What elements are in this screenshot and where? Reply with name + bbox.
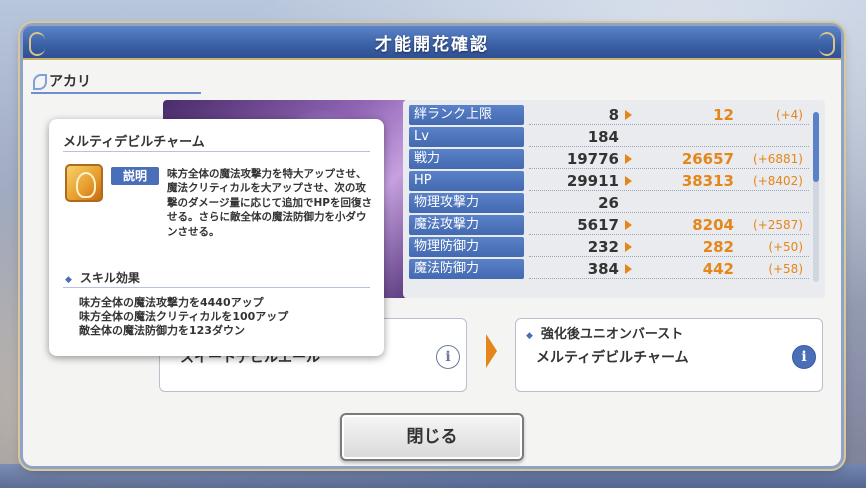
stat-diff: (+58) — [768, 262, 803, 276]
stat-row: 魔法防御力 384 442 (+58) — [409, 259, 809, 279]
stat-row: 戦力 19776 26657 (+6881) — [409, 149, 809, 169]
stat-row-divider — [529, 212, 809, 213]
stat-row: 物理防御力 232 282 (+50) — [409, 237, 809, 257]
stat-new-value: 282 — [702, 238, 734, 256]
stat-label: Lv — [409, 127, 524, 147]
stat-row-divider — [529, 256, 809, 257]
stat-row-divider — [529, 234, 809, 235]
stats-panel: 絆ランク上限 8 12 (+4) Lv 184 戦力 19776 26657 (+6881) HP 2… — [403, 100, 825, 298]
effect-divider — [63, 287, 370, 288]
stat-increase-arrow-icon — [625, 110, 632, 120]
stat-diff: (+50) — [768, 240, 803, 254]
character-name-bar: アカリ — [31, 70, 201, 94]
stat-label: 戦力 — [409, 149, 524, 169]
stat-row: Lv 184 — [409, 127, 809, 147]
stat-label: 物理防御力 — [409, 237, 524, 257]
stat-value: 29911 — [566, 172, 619, 190]
name-ornament-icon — [33, 74, 47, 90]
stat-diff: (+2587) — [753, 218, 803, 232]
stats-scroll-thumb[interactable] — [813, 112, 819, 182]
ub-current-info-icon[interactable]: i — [436, 345, 460, 369]
dialog-header: 才能開花確認 — [23, 26, 841, 60]
stat-label: 物理攻撃力 — [409, 193, 524, 213]
ub-upgraded-heading: ◆ 強化後ユニオンバースト — [526, 327, 684, 342]
stat-diff: (+8402) — [753, 174, 803, 188]
ub-upgraded-name: メルティデビルチャーム — [536, 350, 689, 366]
stat-new-value: 8204 — [692, 216, 734, 234]
stat-increase-arrow-icon — [625, 264, 632, 274]
header-ornament-left-icon — [29, 32, 45, 56]
upgrade-arrow-icon — [486, 334, 497, 368]
skill-effect-heading: ◆ スキル効果 — [65, 271, 140, 285]
skill-description: 味方全体の魔法攻撃力を特大アップさせ、魔法クリティカルを大アップさせ、次の攻撃の… — [167, 168, 372, 238]
skill-icon — [65, 164, 103, 202]
stat-new-value: 442 — [702, 260, 734, 278]
tooltip-title: メルティデビルチャーム — [63, 135, 205, 150]
stat-new-value: 26657 — [681, 150, 734, 168]
stat-increase-arrow-icon — [625, 154, 632, 164]
stat-increase-arrow-icon — [625, 220, 632, 230]
skill-effect-item: 味方全体の魔法クリティカルを100アップ — [79, 310, 289, 323]
header-ornament-right-icon — [819, 32, 835, 56]
stat-new-value: 12 — [713, 106, 734, 124]
stat-row-divider — [529, 146, 809, 147]
stat-label: HP — [409, 171, 524, 191]
stat-value: 232 — [587, 238, 619, 256]
stat-value: 184 — [587, 128, 619, 146]
stat-row-divider — [529, 168, 809, 169]
stat-increase-arrow-icon — [625, 242, 632, 252]
stat-row: 物理攻撃力 26 — [409, 193, 809, 213]
stat-row-divider — [529, 278, 809, 279]
stats-scrollbar[interactable] — [813, 112, 819, 282]
description-tag: 説明 — [111, 167, 159, 185]
stat-value: 26 — [598, 194, 619, 212]
stat-row-divider — [529, 190, 809, 191]
stat-value: 19776 — [566, 150, 619, 168]
dialog-title: 才能開花確認 — [375, 34, 489, 55]
diamond-icon: ◆ — [65, 275, 72, 285]
stat-row-divider — [529, 124, 809, 125]
skill-effect-item: 味方全体の魔法攻撃力を4440アップ — [79, 296, 264, 309]
skill-tooltip: メルティデビルチャーム 説明 味方全体の魔法攻撃力を特大アップさせ、魔法クリティ… — [49, 119, 384, 356]
ub-upgraded-panel: ◆ 強化後ユニオンバースト メルティデビルチャーム i — [515, 318, 823, 392]
tooltip-divider — [63, 151, 370, 152]
stat-label: 絆ランク上限 — [409, 105, 524, 125]
stat-label: 魔法攻撃力 — [409, 215, 524, 235]
ub-upgraded-info-icon[interactable]: i — [792, 345, 816, 369]
stat-value: 384 — [587, 260, 619, 278]
close-button[interactable]: 閉じる — [340, 413, 524, 461]
skill-effect-item: 敵全体の魔法防御力を123ダウン — [79, 324, 245, 337]
skill-effect-list: 味方全体の魔法攻撃力を4440アップ 味方全体の魔法クリティカルを100アップ … — [79, 296, 288, 338]
stat-diff: (+4) — [775, 108, 803, 122]
diamond-icon: ◆ — [526, 331, 533, 341]
stat-increase-arrow-icon — [625, 176, 632, 186]
stat-value: 8 — [608, 106, 619, 124]
stat-row: 魔法攻撃力 5617 8204 (+2587) — [409, 215, 809, 235]
stat-label: 魔法防御力 — [409, 259, 524, 279]
stat-diff: (+6881) — [753, 152, 803, 166]
stat-new-value: 38313 — [681, 172, 734, 190]
stat-row: HP 29911 38313 (+8402) — [409, 171, 809, 191]
stat-row: 絆ランク上限 8 12 (+4) — [409, 105, 809, 125]
stat-value: 5617 — [577, 216, 619, 234]
skill-icon-figure — [76, 172, 96, 198]
background-menu-bar — [0, 464, 866, 488]
character-name: アカリ — [49, 74, 91, 90]
